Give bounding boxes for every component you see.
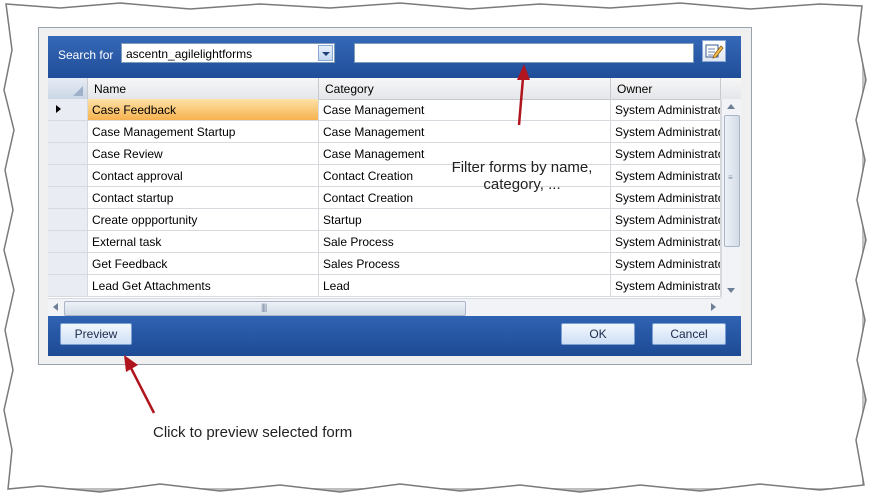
annotation-arrows — [124, 64, 530, 414]
filter-arrow-icon — [517, 64, 530, 126]
preview-arrow-icon — [124, 355, 156, 414]
